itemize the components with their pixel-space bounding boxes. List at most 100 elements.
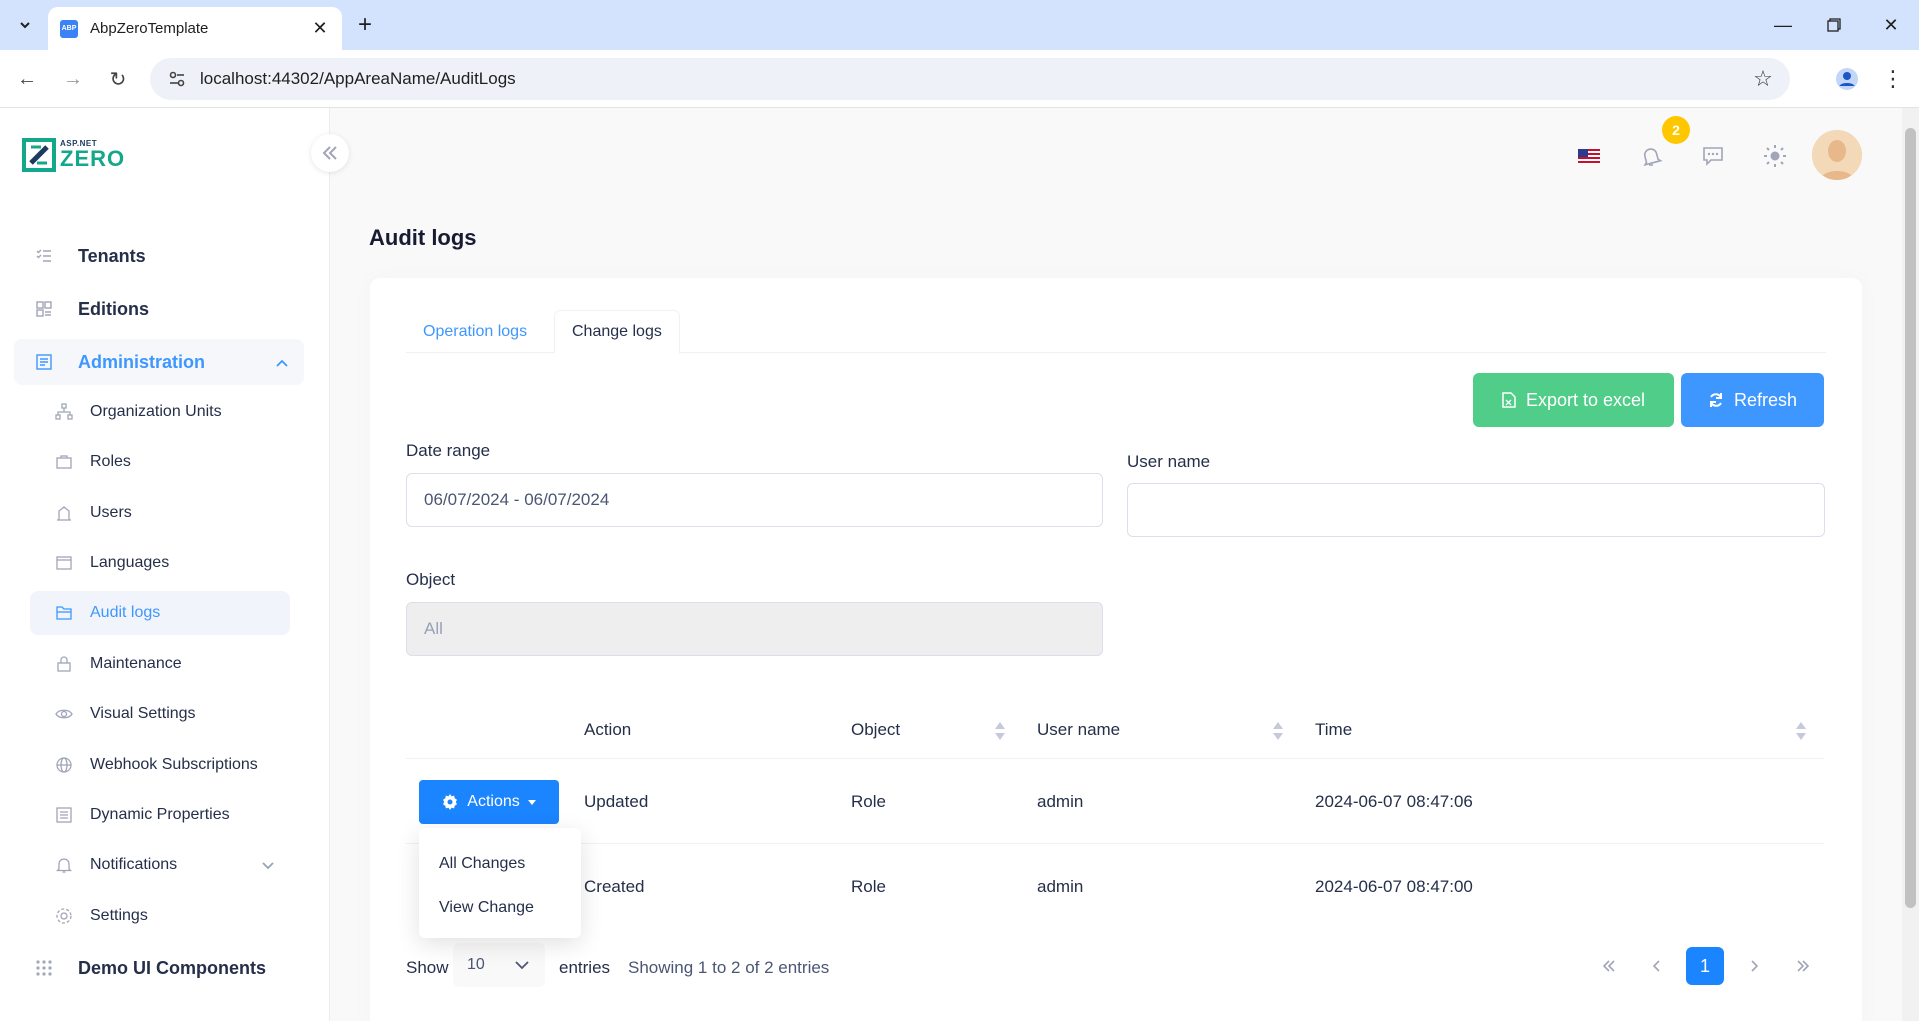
- sidebar-item-demo-ui-components[interactable]: Demo UI Components: [14, 945, 304, 991]
- refresh-button[interactable]: Refresh: [1681, 373, 1824, 427]
- theme-sun-icon[interactable]: [1754, 135, 1796, 177]
- tab-operation-logs[interactable]: Operation logs: [406, 310, 544, 353]
- address-bar[interactable]: localhost:44302/AppAreaName/AuditLogs ☆: [150, 58, 1790, 100]
- actions-button-label: Actions: [467, 793, 520, 810]
- close-tab-icon[interactable]: ✕: [310, 18, 330, 39]
- browser-tab-title: AbpZeroTemplate: [90, 20, 209, 37]
- last-page-icon[interactable]: [1784, 947, 1822, 985]
- new-tab-button[interactable]: +: [352, 11, 378, 38]
- bookmark-star-icon[interactable]: ☆: [1750, 66, 1776, 92]
- column-header-user-name[interactable]: User name: [1037, 700, 1120, 759]
- tab-search-button[interactable]: [12, 12, 38, 38]
- column-header-time[interactable]: Time: [1315, 700, 1352, 759]
- sidebar-collapse-button[interactable]: [311, 134, 349, 172]
- user-icon: [54, 503, 74, 523]
- sidebar-item-label: Users: [90, 504, 132, 521]
- sidebar-item-label: Organization Units: [90, 403, 222, 420]
- logo[interactable]: ASP.NET ZERO: [22, 138, 125, 172]
- close-window-icon[interactable]: ✕: [1876, 10, 1906, 40]
- sidebar-item-maintenance[interactable]: Maintenance: [30, 642, 290, 686]
- date-range-input[interactable]: 06/07/2024 - 06/07/2024: [406, 473, 1103, 527]
- user-name-input[interactable]: [1127, 483, 1825, 537]
- forward-icon[interactable]: →: [58, 64, 88, 94]
- sidebar-item-label: Dynamic Properties: [90, 806, 230, 823]
- sidebar-item-settings[interactable]: Settings: [30, 894, 290, 938]
- sidebar-item-organization-units[interactable]: Organization Units: [30, 390, 290, 434]
- notification-count-badge: 2: [1662, 116, 1690, 144]
- sidebar-item-label: Editions: [78, 298, 149, 319]
- menu-item-all-changes[interactable]: All Changes: [419, 842, 581, 886]
- back-icon[interactable]: ←: [12, 64, 42, 94]
- person-icon: [1836, 68, 1858, 90]
- export-button-label: Export to excel: [1525, 389, 1646, 410]
- chevron-down-icon: [262, 857, 274, 873]
- sort-object-icon[interactable]: [995, 722, 1005, 740]
- grid-icon: [34, 299, 54, 319]
- abp-favicon-icon: ABP: [60, 19, 78, 38]
- export-to-excel-button[interactable]: Export to excel: [1473, 373, 1674, 427]
- browser-tab[interactable]: ABP AbpZeroTemplate ✕: [48, 7, 342, 50]
- document-icon: [54, 805, 74, 825]
- reload-icon[interactable]: ↻: [103, 64, 133, 94]
- sidebar-item-administration[interactable]: Administration: [14, 339, 304, 385]
- sidebar-item-label: Roles: [90, 453, 131, 470]
- double-chevron-left-icon: [322, 146, 337, 160]
- sidebar-item-label: Settings: [90, 907, 148, 924]
- folder-icon: [54, 603, 74, 623]
- page-title: Audit logs: [369, 225, 477, 250]
- page-scrollbar[interactable]: [1902, 108, 1919, 1021]
- actions-dropdown-button[interactable]: Actions: [419, 780, 559, 824]
- column-header-object[interactable]: Object: [851, 700, 900, 759]
- table-row: Updated Role admin 2024-06-07 08:47:06: [406, 759, 1824, 844]
- user-avatar[interactable]: [1812, 130, 1862, 180]
- lock-icon: [54, 654, 74, 674]
- cell-action: Updated: [584, 791, 649, 811]
- gear-icon: [54, 906, 74, 926]
- actions-dropdown-menu: All Changes View Change: [419, 828, 581, 938]
- cell-time: 2024-06-07 08:47:06: [1315, 791, 1473, 811]
- column-header-action[interactable]: Action: [584, 700, 631, 759]
- page-size-select[interactable]: 10: [453, 943, 545, 987]
- notifications-bell-icon[interactable]: [1630, 135, 1672, 177]
- browser-tabstrip: ABP AbpZeroTemplate ✕ + — ✕: [0, 0, 1919, 50]
- object-select[interactable]: All: [406, 602, 1103, 656]
- user-name-label: User name: [1127, 452, 1211, 471]
- browser-menu-icon[interactable]: ⋮: [1878, 64, 1908, 94]
- browser-profile-icon[interactable]: [1832, 64, 1862, 94]
- next-page-icon[interactable]: [1735, 947, 1773, 985]
- list-check-icon: [34, 246, 54, 266]
- log-tabs: Operation logs Change logs: [406, 310, 1826, 354]
- avatar-person-icon: [1812, 130, 1862, 180]
- restore-window-icon: [1827, 18, 1841, 32]
- scrollbar-thumb[interactable]: [1905, 128, 1916, 908]
- first-page-icon[interactable]: [1590, 947, 1628, 985]
- admin-icon: [34, 352, 54, 372]
- sidebar-item-visual-settings[interactable]: Visual Settings: [30, 692, 290, 736]
- menu-item-view-change[interactable]: View Change: [419, 886, 581, 930]
- sidebar-item-tenants[interactable]: Tenants: [14, 233, 304, 279]
- cell-user-name: admin: [1037, 791, 1084, 811]
- sidebar-item-webhook-subscriptions[interactable]: Webhook Subscriptions: [30, 743, 290, 787]
- briefcase-icon: [54, 452, 74, 472]
- sidebar-item-notifications[interactable]: Notifications: [30, 843, 290, 887]
- sort-time-icon[interactable]: [1796, 722, 1806, 740]
- sidebar-item-audit-logs[interactable]: Audit logs: [30, 591, 290, 635]
- language-flag-us-icon[interactable]: [1568, 135, 1610, 177]
- sidebar-item-editions[interactable]: Editions: [14, 286, 304, 332]
- sidebar-item-dynamic-properties[interactable]: Dynamic Properties: [30, 793, 290, 837]
- sort-user-name-icon[interactable]: [1273, 722, 1283, 740]
- sidebar-item-roles[interactable]: Roles: [30, 440, 290, 484]
- sidebar-item-languages[interactable]: Languages: [30, 541, 290, 585]
- chat-icon[interactable]: [1692, 135, 1734, 177]
- sidebar-item-label: Languages: [90, 554, 170, 571]
- site-settings-icon[interactable]: [166, 68, 188, 90]
- page-button-current[interactable]: 1: [1686, 947, 1724, 985]
- minimize-icon[interactable]: —: [1768, 10, 1798, 40]
- sidebar-item-users[interactable]: Users: [30, 491, 290, 535]
- tab-change-logs[interactable]: Change logs: [554, 310, 680, 354]
- caret-down-icon: [527, 799, 536, 805]
- restore-icon[interactable]: [1819, 10, 1849, 40]
- previous-page-icon[interactable]: [1638, 947, 1676, 985]
- showing-entries-text: Showing 1 to 2 of 2 entries: [628, 958, 830, 977]
- table-header: Action Object User name Time: [406, 700, 1824, 759]
